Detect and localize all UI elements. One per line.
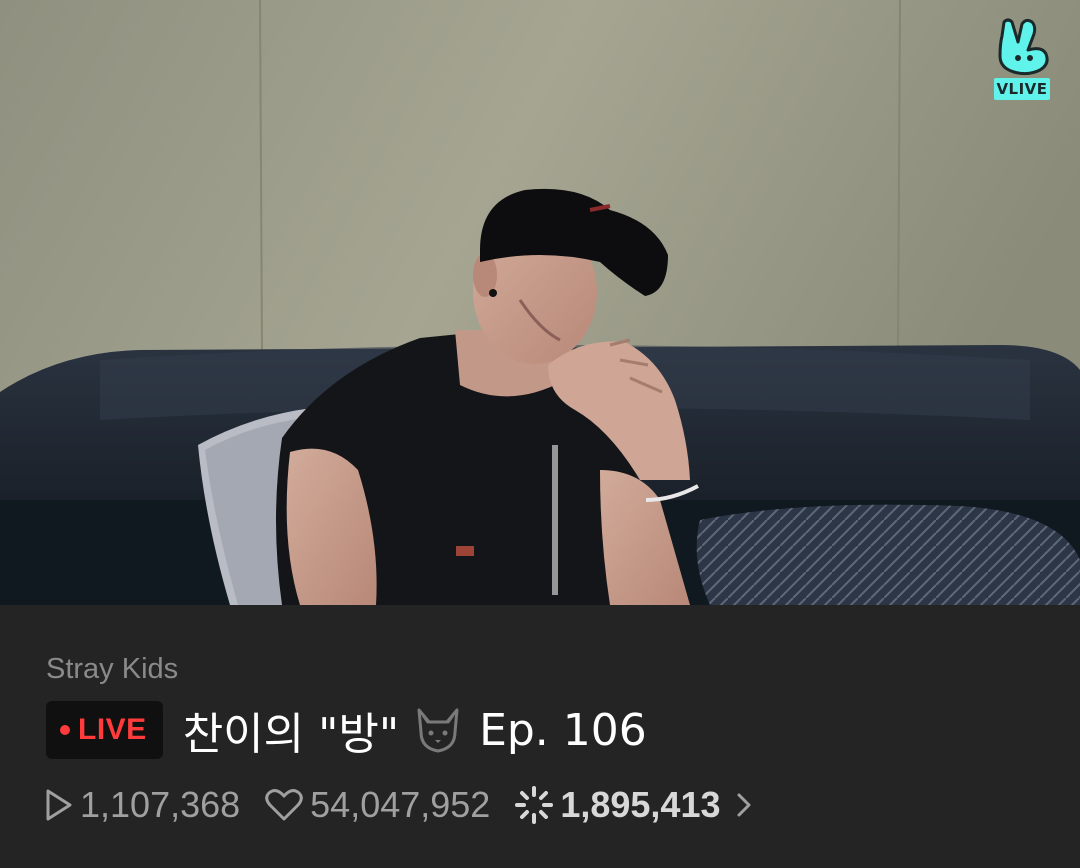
- chevron-right-icon[interactable]: [735, 791, 753, 819]
- vlive-logo: VLIVE: [992, 16, 1052, 100]
- title-text-after: Ep. 106: [479, 704, 647, 756]
- live-label: LIVE: [78, 713, 147, 746]
- live-badge: LIVE: [46, 701, 163, 759]
- vlive-v-hand-icon: [998, 18, 1049, 76]
- video-frame: [0, 0, 1080, 605]
- play-count: 1,107,368: [80, 784, 241, 825]
- play-count-icon: [46, 789, 72, 821]
- stream-info-panel: Stray Kids LIVE 찬이의 "방" Ep. 106 1,107,36…: [0, 605, 1080, 868]
- heart-count: 54,047,952: [310, 784, 491, 825]
- live-dot-icon: [60, 725, 70, 735]
- chemi-sparkle-icon: [515, 786, 554, 824]
- title-text-before: 찬이의 "방": [182, 709, 400, 760]
- wolf-emoji-icon: [417, 708, 459, 753]
- stream-title: 찬이의 "방" Ep. 106: [183, 698, 647, 762]
- vlive-label: VLIVE: [994, 78, 1050, 100]
- video-player[interactable]: VLIVE: [0, 0, 1080, 605]
- channel-name[interactable]: Stray Kids: [46, 653, 178, 686]
- heart-icon: [265, 789, 303, 821]
- stream-stats: 1,107,368 54,047,952 1,895,413: [44, 783, 753, 827]
- chemi-count: 1,895,413: [560, 784, 721, 825]
- title-row: LIVE 찬이의 "방" Ep. 106: [46, 698, 647, 762]
